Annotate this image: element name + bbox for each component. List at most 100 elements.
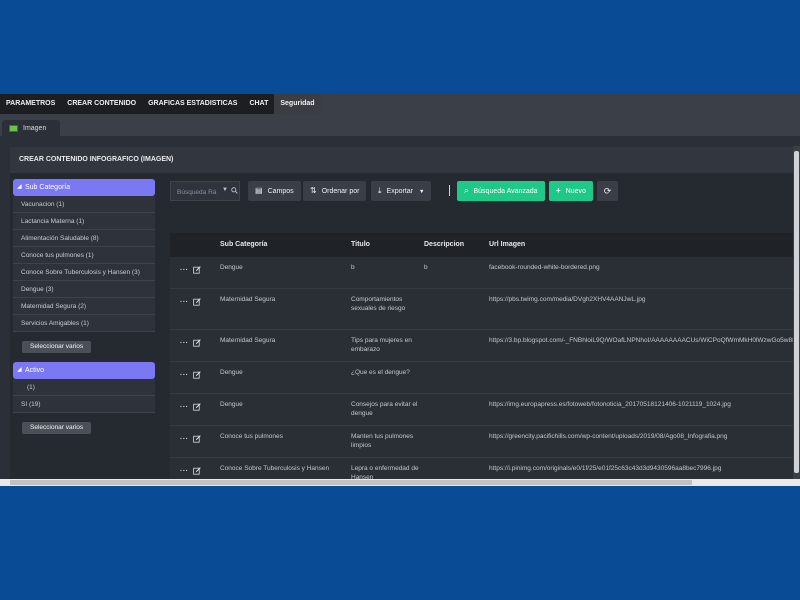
row-actions: ··· bbox=[170, 257, 220, 288]
table-row: ··· Maternidad Segura Comportamientos se… bbox=[170, 289, 796, 330]
table-row: ··· Conoce tus pulmones Manten tus pulmo… bbox=[170, 426, 796, 458]
menu-graficas-estadisticas[interactable]: GRAFICAS ESTADISTICAS bbox=[142, 94, 243, 114]
filter-activo-title: Activo bbox=[25, 367, 45, 374]
quick-search-input[interactable] bbox=[175, 185, 223, 199]
cell-subcategoria: Dengue bbox=[220, 401, 243, 408]
edit-icon[interactable] bbox=[192, 339, 201, 347]
cell-titulo: b bbox=[351, 264, 355, 271]
edit-icon[interactable] bbox=[192, 467, 201, 475]
content-card: CREAR CONTENIDO INFOGRAFICO (IMAGEN) ◢ S… bbox=[10, 147, 796, 486]
columns-icon: ▤ bbox=[255, 186, 263, 195]
row-actions: ··· bbox=[170, 394, 220, 425]
caret-down-icon: ◢ bbox=[17, 184, 22, 190]
filter-item-alimentacion[interactable]: Alimentación Saludable (8) bbox=[13, 230, 155, 247]
filter-activo-list: (1) SI (19) bbox=[13, 379, 155, 413]
menu-chat[interactable]: CHAT bbox=[243, 94, 274, 114]
vertical-scrollbar-thumb[interactable] bbox=[794, 151, 799, 473]
tab-imagen[interactable]: Imagen bbox=[2, 120, 60, 136]
cell-subcategoria: Dengue bbox=[220, 369, 243, 376]
cell-titulo: Comportamientos sexuales de riesgo bbox=[351, 296, 406, 312]
table-row: ··· Maternidad Segura Tips para mujeres … bbox=[170, 330, 796, 362]
table-header: Sub Categoría Titulo Descripcion Url Ima… bbox=[170, 233, 796, 257]
cell-subcategoria: Dengue bbox=[220, 264, 243, 271]
cell-url-imagen: https://3.bp.blogspot.com/-_FNBhloiL9Q/W… bbox=[489, 337, 796, 344]
caret-down-icon: ▼ bbox=[418, 189, 425, 195]
new-button[interactable]: + Nuevo bbox=[549, 181, 593, 201]
edit-icon[interactable] bbox=[192, 298, 201, 306]
more-options-icon[interactable]: ··· bbox=[180, 299, 189, 306]
edit-icon[interactable] bbox=[192, 403, 201, 411]
select-multiple-activo-button[interactable]: Seleccionar varios bbox=[22, 422, 92, 434]
cell-descripcion bbox=[424, 362, 489, 393]
header-url-imagen[interactable]: Url Imagen bbox=[489, 233, 796, 257]
menu-seguridad[interactable]: Seguridad bbox=[274, 94, 321, 114]
new-label: Nuevo bbox=[565, 188, 586, 195]
horizontal-scrollbar-thumb[interactable] bbox=[10, 480, 692, 485]
caret-down-icon: ◢ bbox=[17, 367, 22, 373]
ordenar-button[interactable]: ⇅ Ordenar por bbox=[303, 181, 367, 201]
tab-imagen-label: Imagen bbox=[23, 124, 47, 132]
cell-subcategoria: Maternidad Segura bbox=[220, 337, 276, 344]
campos-button[interactable]: ▤ Campos bbox=[248, 181, 301, 201]
image-tab-icon bbox=[9, 124, 18, 132]
cell-subcategoria: Maternidad Segura bbox=[220, 296, 276, 303]
search-icon[interactable] bbox=[231, 187, 238, 194]
table-row: ··· Dengue ¿Que es el dengue? bbox=[170, 362, 796, 394]
cell-titulo: ¿Que es el dengue? bbox=[351, 369, 410, 376]
more-options-icon[interactable]: ··· bbox=[180, 404, 189, 411]
refresh-icon: ⟳ bbox=[603, 186, 612, 196]
cell-subcategoria: Conoce tus pulmones bbox=[220, 433, 283, 440]
main-menu: PARAMETROS CREAR CONTENIDO GRAFICAS ESTA… bbox=[0, 94, 321, 114]
cell-titulo: Manten tus pulmones limpios bbox=[351, 433, 414, 449]
more-options-icon[interactable]: ··· bbox=[180, 340, 189, 347]
filter-item-maternidad[interactable]: Maternidad Segura (2) bbox=[13, 298, 155, 315]
filter-activo-footer: Seleccionar varios bbox=[10, 413, 158, 443]
row-actions: ··· bbox=[170, 330, 220, 361]
search-icon: ⌕ bbox=[464, 186, 469, 195]
filter-item-pulmones[interactable]: Conoce tus pulmones (1) bbox=[13, 247, 155, 264]
filter-item-vacunacion[interactable]: Vacunacion (1) bbox=[13, 196, 155, 213]
more-options-icon[interactable]: ··· bbox=[180, 436, 189, 443]
header-titulo[interactable]: Titulo bbox=[351, 233, 424, 257]
more-options-icon[interactable]: ··· bbox=[180, 372, 189, 379]
header-subcategoria[interactable]: Sub Categoría bbox=[220, 233, 351, 257]
cell-url-imagen: https://greencity.pacifichills.com/wp-co… bbox=[489, 433, 728, 440]
cell-url-imagen: facebook-rounded-white-bordered.png bbox=[489, 264, 600, 271]
more-options-icon[interactable]: ··· bbox=[180, 267, 189, 274]
edit-icon[interactable] bbox=[192, 266, 201, 274]
more-options-icon[interactable]: ··· bbox=[180, 468, 189, 475]
menu-parametros[interactable]: PARAMETROS bbox=[0, 94, 61, 114]
tab-bar: Imagen bbox=[0, 114, 800, 136]
advanced-search-button[interactable]: ⌕ Búsqueda Avanzada bbox=[457, 181, 545, 201]
cell-url-imagen: https://img.europapress.es/fotoweb/foton… bbox=[489, 401, 731, 408]
filter-subcategoria-footer: Seleccionar varios bbox=[10, 332, 158, 362]
ordenar-label: Ordenar por bbox=[321, 188, 360, 195]
horizontal-scrollbar[interactable] bbox=[0, 479, 800, 486]
filter-subcategoria-header[interactable]: ◢ Sub Categoría bbox=[13, 179, 155, 196]
row-actions: ··· bbox=[170, 426, 220, 457]
edit-icon[interactable] bbox=[192, 435, 201, 443]
filter-item-lactancia[interactable]: Lactancia Materna (1) bbox=[13, 213, 155, 230]
table-row: ··· Dengue b b facebook-rounded-white-bo… bbox=[170, 257, 796, 289]
filter-item-tuberculosis[interactable]: Conoce Sobre Tuberculosis y Hansen (3) bbox=[13, 264, 155, 281]
edit-icon[interactable] bbox=[192, 371, 201, 379]
menu-crear-contenido[interactable]: CREAR CONTENIDO bbox=[61, 94, 142, 114]
refresh-button[interactable]: ⟳ bbox=[597, 181, 618, 201]
filter-subcategoria-title: Sub Categoría bbox=[25, 184, 71, 191]
filter-item-dengue[interactable]: Dengue (3) bbox=[13, 281, 155, 298]
select-multiple-subcategoria-button[interactable]: Seleccionar varios bbox=[22, 341, 92, 353]
caret-down-icon[interactable]: ▼ bbox=[222, 187, 228, 193]
filter-item-servicios[interactable]: Servicios Amigables (1) bbox=[13, 315, 155, 332]
vertical-scrollbar[interactable] bbox=[793, 146, 800, 486]
cell-descripcion bbox=[424, 426, 489, 457]
filter-item-activo-si[interactable]: SI (19) bbox=[13, 396, 155, 413]
top-menu-bar: PARAMETROS CREAR CONTENIDO GRAFICAS ESTA… bbox=[0, 93, 800, 114]
cell-descripcion: b bbox=[424, 264, 428, 271]
filter-item-activo-blank[interactable]: (1) bbox=[13, 379, 155, 396]
exportar-button[interactable]: ⤓ Exportar ▼ bbox=[371, 181, 432, 201]
page-title: CREAR CONTENIDO INFOGRAFICO (IMAGEN) bbox=[10, 147, 796, 173]
header-descripcion[interactable]: Descripcion bbox=[424, 233, 489, 257]
exportar-label: Exportar bbox=[386, 188, 414, 195]
filter-activo-header[interactable]: ◢ Activo bbox=[13, 362, 155, 379]
row-actions: ··· bbox=[170, 289, 220, 329]
